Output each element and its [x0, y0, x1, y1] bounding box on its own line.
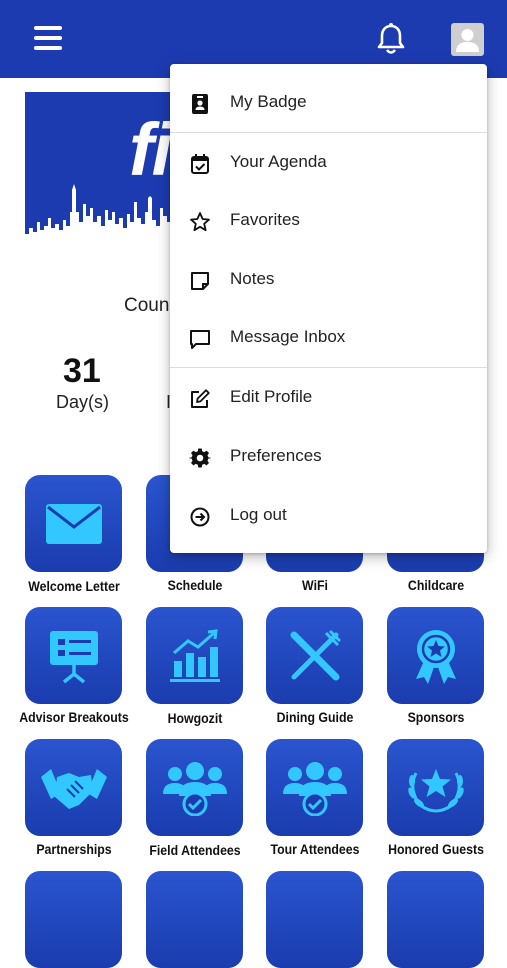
tile-more[interactable] — [25, 871, 122, 968]
menu-item-label: Log out — [230, 505, 287, 524]
menu-item-notes[interactable]: Notes — [170, 251, 487, 309]
countdown-days-value: 31 — [63, 352, 101, 390]
tile-label: Partnerships — [36, 841, 112, 857]
star-icon — [190, 212, 210, 232]
tile-honored-guests[interactable] — [387, 739, 484, 836]
tile-dining-guide[interactable] — [266, 607, 363, 704]
tile-sponsors[interactable] — [387, 607, 484, 704]
menu-item-label: Favorites — [230, 210, 300, 229]
group-check-icon — [162, 761, 227, 816]
badge-icon — [192, 94, 208, 114]
tile-label: Dining Guide — [276, 709, 354, 725]
tile-tour-attendees[interactable] — [266, 739, 363, 836]
calendar-check-icon — [191, 154, 209, 174]
menu-item-my-badge[interactable]: My Badge — [170, 74, 487, 132]
tile-label: Honored Guests — [388, 841, 484, 857]
bell-icon[interactable] — [375, 22, 407, 56]
tile-label: Howgozit — [167, 710, 223, 726]
banner-logo: fi — [129, 108, 172, 191]
tile-more[interactable] — [146, 871, 243, 968]
tile-label: Tour Attendees — [270, 841, 360, 857]
tile-welcome-letter[interactable] — [25, 475, 122, 572]
tile-label: Field Attendees — [149, 842, 241, 858]
tile-field-attendees[interactable] — [146, 739, 243, 836]
tile-label: Childcare — [407, 577, 465, 593]
hamburger-icon[interactable] — [34, 26, 62, 52]
gear-icon — [189, 448, 211, 468]
menu-item-edit-profile[interactable]: Edit Profile — [170, 369, 487, 427]
menu-item-label: Edit Profile — [230, 387, 313, 406]
menu-divider — [170, 132, 487, 133]
menu-item-label: My Badge — [230, 92, 307, 111]
tile-label: Schedule — [167, 577, 223, 593]
menu-item-label: Preferences — [230, 446, 322, 465]
chart-icon — [169, 628, 220, 682]
award-icon — [415, 629, 456, 684]
menu-item-log-out[interactable]: Log out — [170, 487, 487, 545]
tile-more[interactable] — [387, 871, 484, 968]
edit-icon — [191, 389, 210, 408]
tile-howgozit[interactable] — [146, 607, 243, 704]
user-dropdown-menu: My Badge Your Agenda Favorites Notes Mes… — [170, 64, 487, 553]
menu-item-label: Notes — [230, 269, 275, 288]
envelope-icon — [45, 503, 102, 544]
tile-label: Welcome Letter — [28, 578, 120, 594]
menu-item-label: Message Inbox — [230, 327, 346, 346]
note-icon — [191, 272, 209, 290]
menu-item-label: Your Agenda — [230, 152, 327, 171]
menu-divider — [170, 367, 487, 368]
tile-partnerships[interactable] — [25, 739, 122, 836]
tile-more[interactable] — [266, 871, 363, 968]
tile-advisor-breakouts[interactable] — [25, 607, 122, 704]
menu-item-favorites[interactable]: Favorites — [170, 192, 487, 250]
tile-label: WiFi — [302, 577, 328, 593]
tile-label: Advisor Breakouts — [19, 709, 129, 725]
group-check-icon — [282, 761, 347, 816]
menu-item-your-agenda[interactable]: Your Agenda — [170, 134, 487, 192]
countdown-days-unit: Day(s) — [56, 392, 109, 412]
tile-label: Sponsors — [407, 709, 465, 725]
avatar-icon[interactable] — [451, 23, 484, 56]
handshake-icon — [40, 768, 107, 809]
fork-knife-icon — [290, 629, 341, 680]
countdown-label: Coun — [124, 295, 170, 316]
presentation-icon — [49, 630, 98, 683]
menu-item-preferences[interactable]: Preferences — [170, 428, 487, 486]
menu-item-message-inbox[interactable]: Message Inbox — [170, 309, 487, 367]
message-icon — [190, 330, 210, 349]
logout-icon — [190, 507, 210, 527]
laurel-star-icon — [407, 768, 464, 812]
